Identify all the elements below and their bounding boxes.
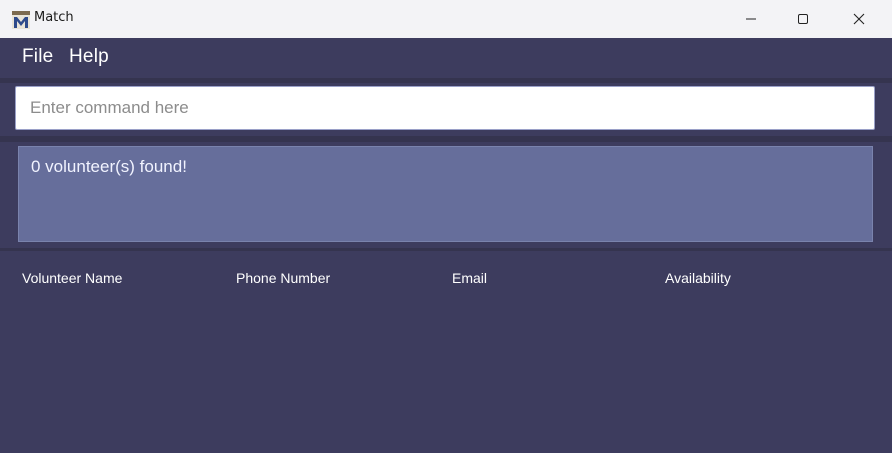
app-window: Match File Help 0 volunteer(s) found! Vo… <box>0 0 892 453</box>
match-logo-icon <box>12 11 30 29</box>
maximize-button[interactable] <box>778 0 828 38</box>
volunteer-table-header: Volunteer Name Phone Number Email Availa… <box>0 268 892 292</box>
window-title: Match <box>34 10 74 25</box>
close-icon <box>853 13 865 25</box>
divider <box>0 78 892 83</box>
volunteer-list <box>0 292 892 453</box>
result-display: 0 volunteer(s) found! <box>18 146 873 242</box>
command-input[interactable] <box>16 87 874 129</box>
result-message: 0 volunteer(s) found! <box>31 157 187 176</box>
minimize-icon <box>746 18 756 20</box>
minimize-button[interactable] <box>726 0 776 38</box>
maximize-icon <box>798 14 808 24</box>
command-box <box>15 86 875 130</box>
column-header-email: Email <box>452 270 488 286</box>
divider <box>0 248 892 251</box>
close-button[interactable] <box>834 0 884 38</box>
menu-file[interactable]: File <box>22 46 53 68</box>
column-header-availability: Availability <box>665 270 731 286</box>
column-header-phone-number: Phone Number <box>236 270 331 286</box>
menu-bar: File Help <box>0 38 892 78</box>
column-header-volunteer-name: Volunteer Name <box>22 270 123 286</box>
title-bar[interactable]: Match <box>0 0 892 38</box>
divider <box>0 136 892 142</box>
menu-help[interactable]: Help <box>69 46 109 68</box>
